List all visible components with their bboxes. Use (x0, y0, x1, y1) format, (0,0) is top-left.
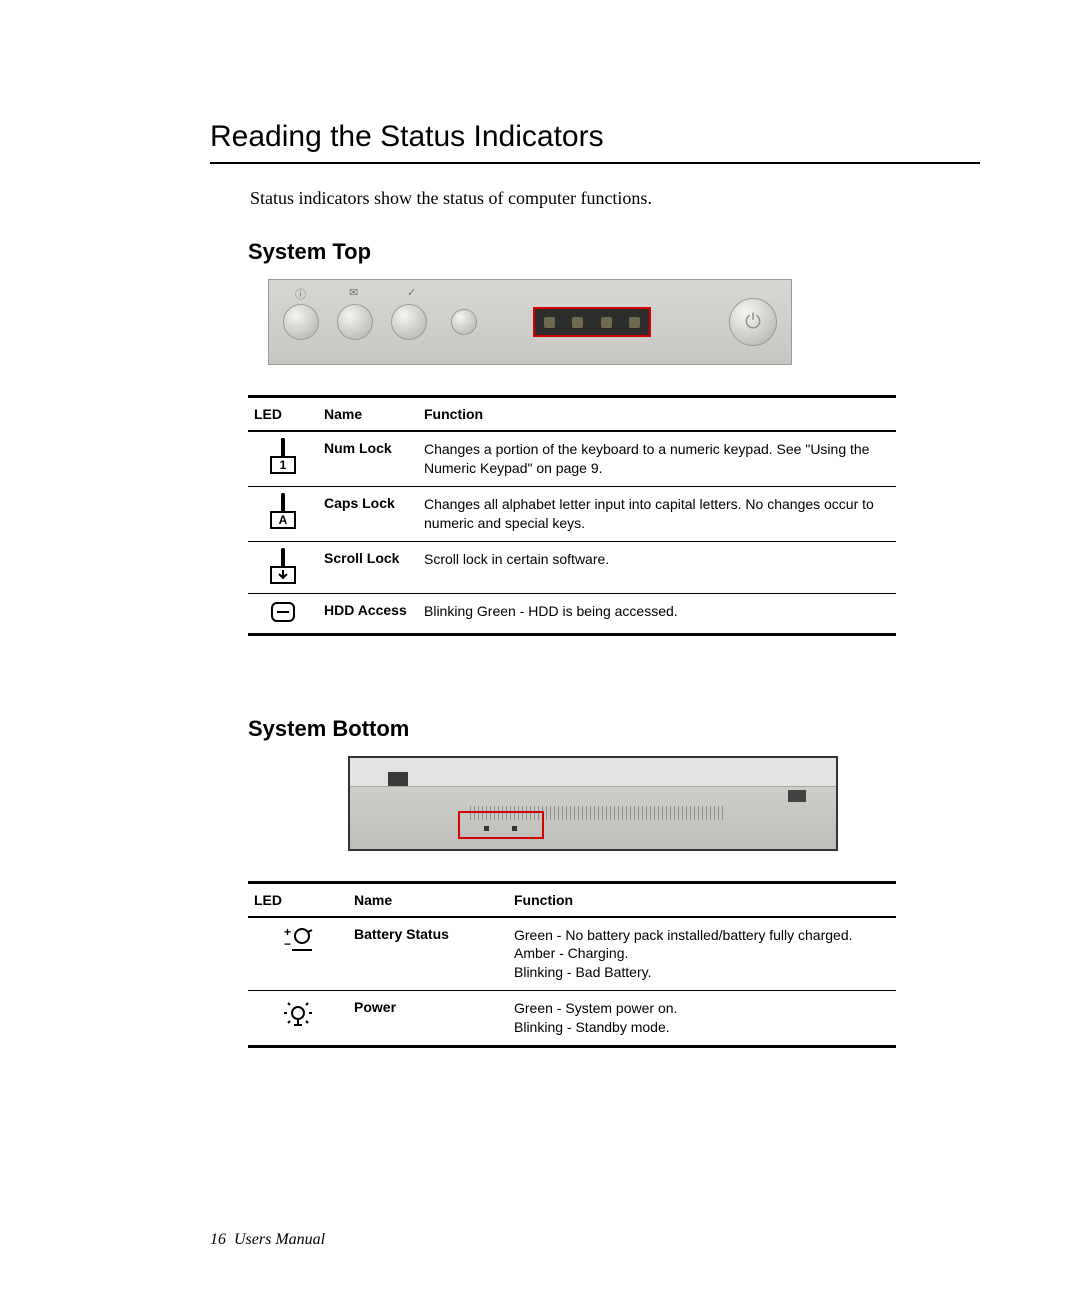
page-title: Reading the Status Indicators (210, 120, 980, 154)
power-light-icon (283, 999, 313, 1029)
table-row: Power Green - System power on.Blinking -… (248, 991, 896, 1047)
led-function: Changes all alphabet letter input into c… (418, 486, 896, 541)
led-dot (572, 317, 583, 328)
led-function: Green - No battery pack installed/batter… (508, 917, 896, 991)
led-dot (601, 317, 612, 328)
col-led: LED (248, 397, 318, 432)
button-small (451, 309, 477, 335)
led-icon-cell: + − (248, 917, 348, 991)
intro-text: Status indicators show the status of com… (250, 188, 980, 209)
table-header-row: LED Name Function (248, 397, 896, 432)
figure-system-bottom (348, 756, 838, 851)
led-function: Changes a portion of the keyboard to a n… (418, 431, 896, 486)
info-icon: ⓘ (295, 286, 306, 302)
led-icon-cell: 1 (248, 431, 318, 486)
led-icon-cell (248, 991, 348, 1047)
svg-text:−: − (284, 937, 291, 951)
button-check (391, 304, 427, 340)
check-icon: ✓ (407, 286, 416, 299)
col-function: Function (508, 882, 896, 917)
led-icon-cell: A (248, 486, 318, 541)
led-name: HDD Access (318, 593, 418, 634)
table-row: 1 Num Lock Changes a portion of the keyb… (248, 431, 896, 486)
table-row: A Caps Lock Changes all alphabet letter … (248, 486, 896, 541)
page-footer: 16 Users Manual (210, 1231, 325, 1249)
col-led: LED (248, 882, 348, 917)
led-name: Battery Status (348, 917, 508, 991)
led-name: Power (348, 991, 508, 1047)
table-system-bottom: LED Name Function + − Battery Status Gre… (248, 881, 896, 1048)
table-row: + − Battery Status Green - No battery pa… (248, 917, 896, 991)
table-row: Scroll Lock Scroll lock in certain softw… (248, 541, 896, 593)
power-button: ⏻ (729, 298, 777, 346)
col-name: Name (348, 882, 508, 917)
scroll-lock-icon (270, 550, 296, 584)
led-function: Scroll lock in certain software. (418, 541, 896, 593)
power-icon: ⏻ (745, 311, 761, 334)
led-dot (629, 317, 640, 328)
hdd-icon (271, 602, 295, 622)
led-dot (544, 317, 555, 328)
notch (388, 772, 408, 786)
front-led (512, 826, 517, 831)
battery-icon: + − (282, 926, 314, 952)
led-function: Blinking Green - HDD is being accessed. (418, 593, 896, 634)
port (788, 790, 806, 802)
num-lock-icon: 1 (270, 440, 296, 474)
led-name: Caps Lock (318, 486, 418, 541)
section-heading-top: System Top (248, 239, 980, 265)
section-heading-bottom: System Bottom (248, 716, 980, 742)
led-name: Scroll Lock (318, 541, 418, 593)
led-panel-highlight (533, 307, 651, 337)
col-name: Name (318, 397, 418, 432)
table-header-row: LED Name Function (248, 882, 896, 917)
front-led (484, 826, 489, 831)
led-name: Num Lock (318, 431, 418, 486)
page-number: 16 (210, 1231, 226, 1248)
led-function: Green - System power on.Blinking - Stand… (508, 991, 896, 1047)
table-row: HDD Access Blinking Green - HDD is being… (248, 593, 896, 634)
button-info (283, 304, 319, 340)
title-rule (210, 162, 980, 164)
caps-lock-icon: A (270, 495, 296, 529)
mail-icon: ✉ (349, 286, 358, 299)
led-icon-cell (248, 541, 318, 593)
led-highlight-box (458, 811, 544, 839)
figure-system-top: ⓘ ✉ ✓ ⏻ (268, 279, 792, 365)
footer-label: Users Manual (234, 1231, 325, 1248)
button-mail (337, 304, 373, 340)
col-function: Function (418, 397, 896, 432)
table-system-top: LED Name Function 1 Num Lock Changes a p… (248, 395, 896, 636)
led-icon-cell (248, 593, 318, 634)
